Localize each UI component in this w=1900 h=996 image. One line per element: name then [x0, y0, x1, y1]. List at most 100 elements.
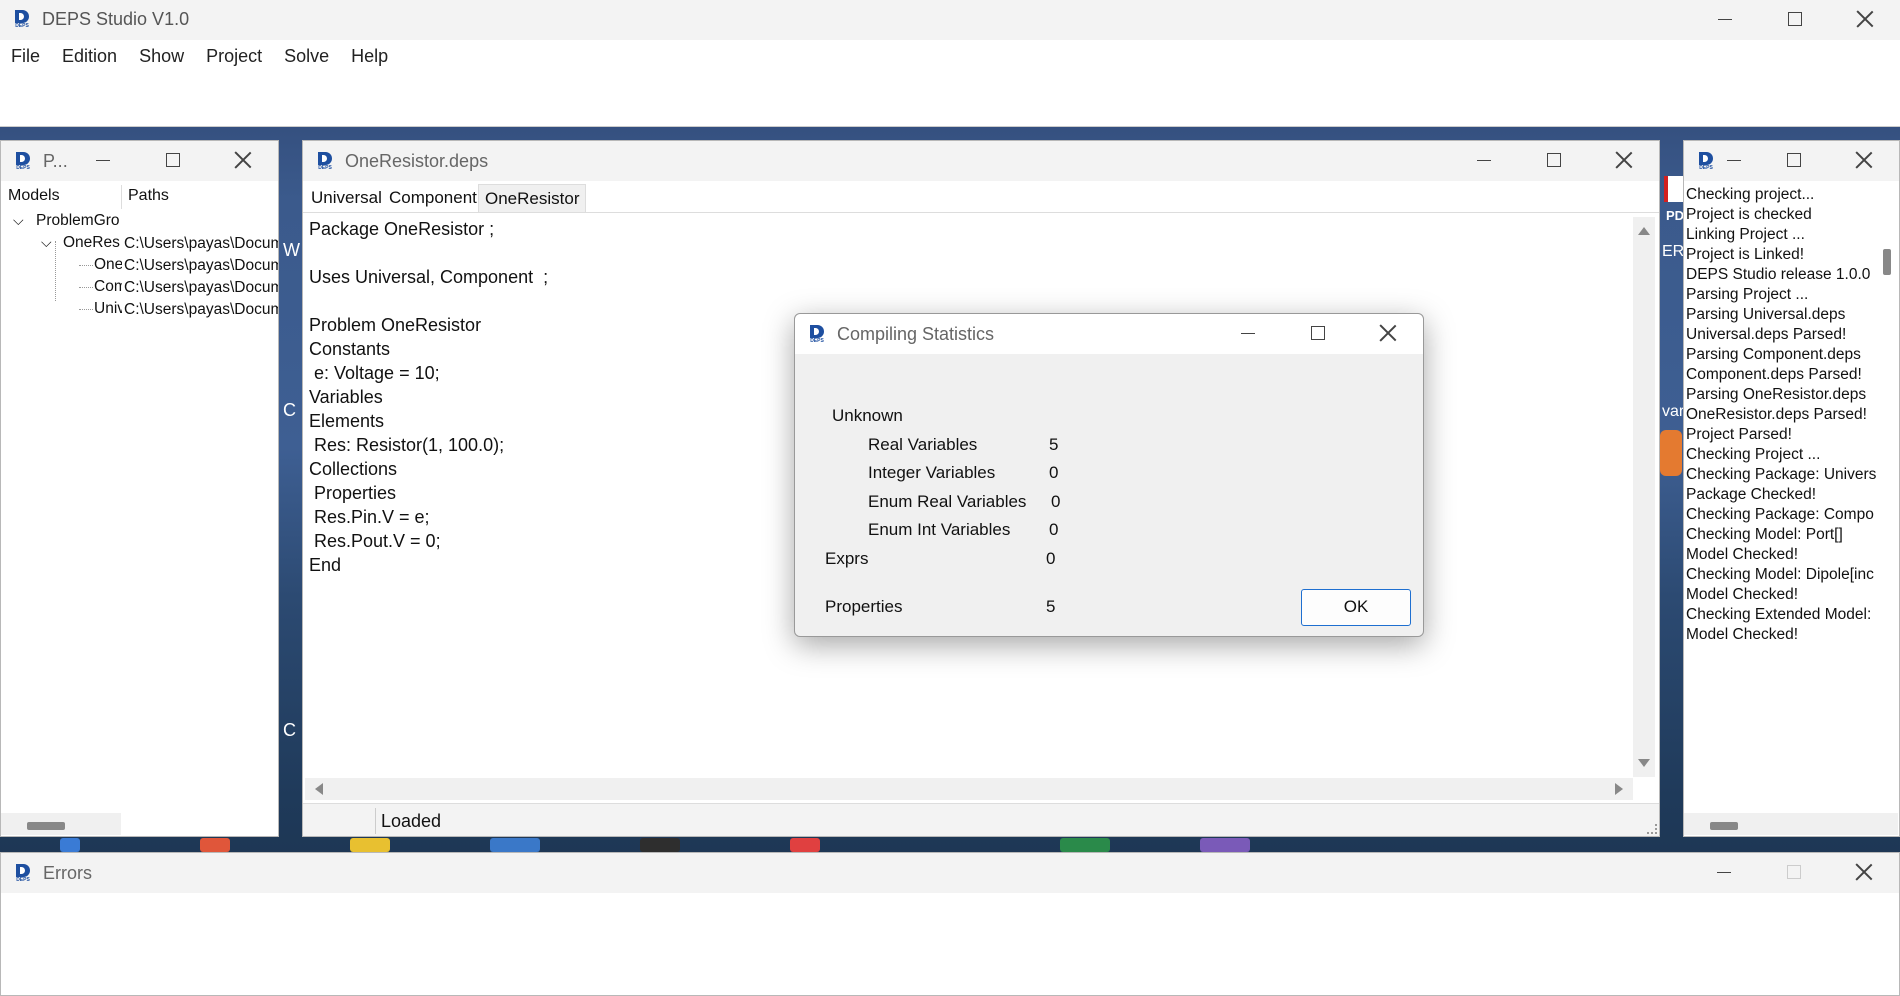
errors-list[interactable] — [1, 897, 1899, 995]
minimize-button[interactable] — [1690, 0, 1760, 38]
menu-edition[interactable]: Edition — [51, 46, 128, 67]
log-text: Checking project... Project is checked L… — [1686, 185, 1876, 805]
log-line: Parsing Component.deps — [1686, 346, 1861, 363]
menu-help[interactable]: Help — [340, 46, 399, 67]
tab-oneresistor[interactable]: OneResistor — [478, 184, 587, 212]
log-line: Parsing Universal.deps — [1686, 306, 1846, 323]
tree-label: Com — [94, 278, 122, 295]
maximize-button[interactable] — [1519, 141, 1589, 179]
maximize-button[interactable] — [1759, 141, 1829, 179]
log-line: Project is checked — [1686, 206, 1812, 223]
minimize-button[interactable] — [1449, 141, 1519, 179]
tree-row[interactable]: ⌵ OneRes C:\Users\payas\Docum — [1, 233, 278, 253]
tree-row[interactable]: ⌵ ProblemGro — [9, 211, 278, 231]
real-variables-value: 5 — [1049, 435, 1059, 454]
tree-row[interactable]: Univ C:\Users\payas\Docum — [1, 299, 278, 319]
status-text: Loaded — [381, 811, 442, 831]
close-button[interactable] — [1829, 853, 1899, 891]
maximize-button[interactable] — [1283, 314, 1353, 352]
log-line: Checking project... — [1686, 186, 1815, 203]
tree-path: C:\Users\payas\Docum — [124, 235, 278, 252]
desktop-icon-strip — [60, 838, 80, 852]
tree-row[interactable]: Com C:\Users\payas\Docum — [1, 277, 278, 297]
log-horizontal-scrollbar[interactable] — [1684, 813, 1898, 835]
properties-value: 5 — [1046, 597, 1056, 616]
column-divider[interactable] — [121, 185, 122, 209]
minimize-button[interactable] — [1709, 141, 1759, 179]
close-button[interactable] — [1829, 141, 1899, 179]
editor-vertical-scrollbar[interactable] — [1633, 217, 1655, 777]
tree-label: ProblemGro — [36, 212, 120, 229]
tree-horizontal-scrollbar[interactable] — [1, 813, 121, 835]
log-line: Checking Project ... — [1686, 446, 1821, 463]
tree-label: OneRes — [63, 234, 120, 251]
menu-solve[interactable]: Solve — [273, 46, 340, 67]
deps-logo-icon: DEPS — [13, 863, 33, 883]
code-line: Uses Universal, Component ; — [309, 267, 549, 287]
editor-horizontal-scrollbar[interactable] — [305, 778, 1633, 800]
deps-logo-icon: DEPS — [12, 9, 32, 29]
maximize-button[interactable] — [138, 141, 208, 179]
tree-label: One — [94, 256, 122, 273]
scroll-down-icon[interactable] — [1638, 759, 1650, 767]
ok-button[interactable]: OK — [1301, 589, 1411, 626]
scroll-left-icon[interactable] — [315, 783, 323, 795]
log-line: Project Parsed! — [1686, 426, 1792, 443]
minimize-icon — [1241, 332, 1255, 334]
desktop-fragment-er: ER — [1662, 243, 1685, 260]
log-line: Model Checked! — [1686, 546, 1799, 563]
tab-universal[interactable]: Universal — [305, 184, 388, 212]
tree-row[interactable]: One C:\Users\payas\Docum — [1, 255, 278, 275]
exprs-label: Exprs — [825, 549, 869, 568]
close-button[interactable] — [1589, 141, 1659, 179]
log-line: Linking Project ... — [1686, 226, 1805, 243]
column-paths[interactable]: Paths — [128, 187, 169, 205]
unknown-label: Unknown — [832, 406, 903, 425]
desktop-icon-strip — [490, 838, 540, 852]
maximize-button[interactable] — [1760, 0, 1830, 38]
maximize-icon — [1547, 153, 1561, 167]
tree-path: C:\Users\payas\Docum — [124, 301, 278, 318]
scrollbar-thumb[interactable] — [1883, 249, 1891, 275]
close-button[interactable] — [1353, 314, 1423, 352]
scroll-right-icon[interactable] — [1615, 783, 1623, 795]
errors-titlebar[interactable]: DEPS Errors — [1, 853, 1899, 893]
close-icon — [1379, 324, 1397, 342]
desktop-icon-strip — [1200, 838, 1250, 852]
main-titlebar[interactable]: DEPS DEPS Studio V1.0 — [0, 0, 1900, 38]
desktop-fragment-var: var — [1662, 403, 1685, 420]
menu-file[interactable]: File — [0, 46, 51, 67]
log-vertical-scrollbar[interactable] — [1876, 185, 1898, 805]
code-line: Package OneResistor ; — [309, 219, 495, 239]
menu-show[interactable]: Show — [128, 46, 195, 67]
tab-component[interactable]: Component — [383, 184, 483, 212]
log-line: Checking Model: Port[] — [1686, 526, 1843, 543]
main-window: DEPS DEPS Studio V1.0 File Edition Show … — [0, 0, 1900, 127]
project-title: P... — [43, 150, 68, 171]
log-line: Parsing OneResistor.deps — [1686, 386, 1867, 403]
minimize-button[interactable] — [1689, 853, 1759, 891]
log-line: DEPS Studio release 1.0.0 — [1686, 266, 1871, 283]
maximize-icon — [1311, 326, 1325, 340]
integer-variables-label: Integer Variables — [868, 463, 996, 482]
minimize-button[interactable] — [1213, 314, 1283, 352]
column-models[interactable]: Models — [8, 187, 60, 205]
close-button[interactable] — [1830, 0, 1900, 38]
scrollbar-thumb[interactable] — [27, 822, 65, 830]
close-button[interactable] — [208, 141, 278, 179]
resize-grip-icon[interactable] — [1647, 824, 1657, 834]
menu-bar: File Edition Show Project Solve Help — [0, 40, 1900, 72]
scroll-up-icon[interactable] — [1638, 227, 1650, 235]
chevron-down-icon[interactable]: ⌵ — [13, 212, 24, 229]
minimize-button[interactable] — [68, 141, 138, 179]
close-icon — [1856, 10, 1874, 28]
minimize-icon — [1717, 871, 1731, 873]
maximize-icon — [166, 153, 180, 167]
real-variables-label: Real Variables — [868, 435, 978, 454]
menu-project[interactable]: Project — [195, 46, 273, 67]
minimize-icon — [96, 159, 110, 161]
chevron-down-icon[interactable]: ⌵ — [41, 234, 52, 251]
tree-connector — [79, 309, 93, 310]
scrollbar-thumb[interactable] — [1710, 822, 1738, 830]
enum-real-variables-label: Enum Real Variables — [868, 492, 1027, 511]
